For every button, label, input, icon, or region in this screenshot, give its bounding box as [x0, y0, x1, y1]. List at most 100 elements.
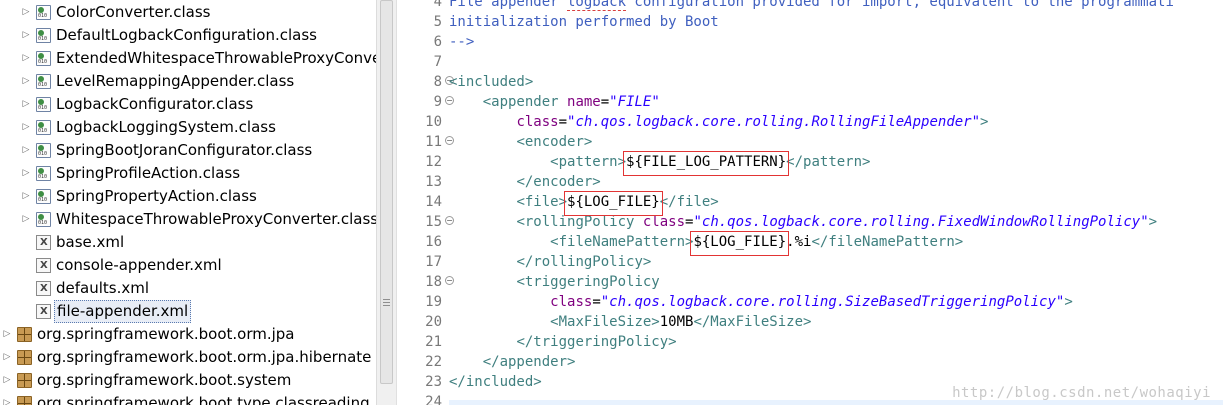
code-token: <triggeringPolicy [516, 274, 660, 290]
tree-item-label: ColorConverter.class [56, 3, 211, 21]
code-line[interactable]: File appender logback configuration prov… [449, 0, 1174, 12]
tree-item-label: base.xml [56, 233, 125, 251]
tree-item-label: SpringBootJoranConfigurator.class [56, 141, 313, 159]
code-token: File appender logback configuration prov… [449, 0, 1174, 10]
line-number: 12 [425, 154, 442, 170]
line-number: 17 [425, 254, 442, 270]
code-token: class [550, 294, 593, 310]
tree-item-file[interactable]: ▷ SpringPropertyAction.class [0, 185, 376, 208]
expand-arrow-icon[interactable]: ▷ [21, 70, 31, 93]
tree-item-file[interactable]: ▷ DefaultLogbackConfiguration.class [0, 24, 376, 47]
code-token: <encoder> [516, 134, 593, 150]
expand-arrow-icon[interactable]: ▷ [2, 323, 12, 346]
tree-scrollbar-thumb[interactable] [380, 0, 393, 384]
code-area[interactable]: File appender logback configuration prov… [449, 0, 1223, 405]
line-number: 15 [425, 214, 442, 230]
xml-editor[interactable]: 4 5 6 7 8−9−10 11−12 13 14 15−16 17 18−19 20 21 22 23 2… [396, 0, 1223, 405]
xml-file-icon [36, 235, 51, 250]
code-line[interactable]: </appender> [449, 352, 576, 372]
code-line[interactable]: </encoder> [449, 172, 600, 192]
code-line[interactable]: <encoder> [449, 132, 592, 152]
code-token: class [516, 114, 559, 130]
tree-item-label: WhitespaceThrowableProxyConverter.class [56, 210, 376, 228]
tree-item-file[interactable]: base.xml [0, 231, 376, 254]
expand-arrow-icon[interactable]: ▷ [21, 185, 31, 208]
code-line[interactable]: class="ch.qos.logback.core.rolling.SizeB… [449, 292, 1073, 312]
tree-item-file[interactable]: console-appender.xml [0, 254, 376, 277]
tree-item-package[interactable]: ▷ org.springframework.boot.system [0, 369, 376, 392]
xml-file-icon [36, 304, 51, 319]
line-number: 10 [425, 114, 442, 130]
tree-item-file[interactable]: ▷ ColorConverter.class [0, 1, 376, 24]
expand-arrow-icon[interactable]: ▷ [21, 139, 31, 162]
spelling-squiggle [567, 9, 626, 11]
class-file-icon [36, 28, 51, 43]
code-line[interactable]: <appender name="FILE" [449, 92, 660, 112]
code-line[interactable]: initialization performed by Boot [449, 12, 719, 32]
tree-item-package[interactable]: ▷ org.springframework.boot.orm.jpa.hibern… [0, 346, 376, 369]
tree-item-file[interactable]: ▷ ExtendedWhitespaceThrowableProxyConve [0, 47, 376, 70]
class-file-icon [36, 143, 51, 158]
code-line[interactable]: --> [449, 32, 474, 52]
watermark-text: http://blog.csdn.net/wohaqiyi [952, 385, 1211, 401]
code-line[interactable]: <included> [449, 72, 533, 92]
highlight-box [564, 191, 663, 216]
code-token: <pattern> [550, 154, 627, 170]
tree-item-file[interactable]: file-appender.xml [0, 300, 376, 323]
expand-arrow-icon[interactable]: ▷ [21, 162, 31, 185]
line-number: 21 [425, 334, 442, 350]
expand-arrow-icon[interactable]: ▷ [21, 1, 31, 24]
expand-arrow-icon[interactable]: ▷ [21, 24, 31, 47]
class-file-icon [36, 189, 51, 204]
expand-arrow-icon[interactable]: ▷ [2, 392, 12, 405]
code-token: > [1064, 294, 1073, 310]
tree-item-label: LogbackConfigurator.class [56, 95, 254, 113]
expand-arrow-icon[interactable]: ▷ [21, 47, 31, 70]
code-line[interactable]: <MaxFileSize>10MB</MaxFileSize> [449, 312, 811, 332]
code-token: <file> [516, 194, 568, 210]
tree-item-label: LevelRemappingAppender.class [56, 72, 295, 90]
code-token: 10MB [659, 314, 694, 330]
tree-item-file[interactable]: ▷ LogbackLoggingSystem.class [0, 116, 376, 139]
tree-item-file[interactable]: defaults.xml [0, 277, 376, 300]
class-file-icon [36, 74, 51, 89]
code-token: </triggeringPolicy> [516, 334, 677, 350]
tree-item-package[interactable]: ▷ org.springframework.boot.orm.jpa [0, 323, 376, 346]
tree-item-package[interactable]: ▷ org.springframework.boot.type.classread… [0, 392, 376, 405]
tree-item-file[interactable]: ▷ SpringProfileAction.class [0, 162, 376, 185]
tree-item-file[interactable]: ▷ WhitespaceThrowableProxyConverter.class [0, 208, 376, 231]
expand-arrow-icon[interactable]: ▷ [21, 116, 31, 139]
code-token: <included> [449, 74, 534, 90]
package-icon [17, 373, 32, 388]
line-number-gutter: 4 5 6 7 8−9−10 11−12 13 14 15−16 17 18−19 20 21 22 23 2… [410, 0, 454, 405]
tree-scrollbar[interactable] [376, 0, 396, 405]
package-icon [17, 327, 32, 342]
line-number: 13 [425, 174, 442, 190]
code-line[interactable]: </included> [449, 372, 542, 392]
expand-arrow-icon[interactable]: ▷ [2, 369, 12, 392]
expand-arrow-icon[interactable]: ▷ [21, 93, 31, 116]
editor-overview-ruler [397, 0, 410, 405]
line-number: 11 [425, 134, 442, 150]
tree-item-file[interactable]: ▷ LevelRemappingAppender.class [0, 70, 376, 93]
code-line[interactable]: class="ch.qos.logback.core.rolling.Rolli… [449, 112, 988, 132]
code-line[interactable]: <triggeringPolicy [449, 272, 660, 292]
code-line[interactable]: <rollingPolicy class="ch.qos.logback.cor… [449, 212, 1157, 232]
tree-item-file[interactable]: ▷ LogbackConfigurator.class [0, 93, 376, 116]
tree-item-file[interactable]: ▷ SpringBootJoranConfigurator.class [0, 139, 376, 162]
code-line[interactable]: </triggeringPolicy> [449, 332, 677, 352]
code-token: "ch.qos.logback.core.rolling.SizeBasedTr… [600, 294, 1065, 310]
tree-item-label: LogbackLoggingSystem.class [56, 118, 276, 136]
code-line[interactable]: </rollingPolicy> [449, 252, 651, 272]
expand-arrow-icon[interactable]: ▷ [21, 208, 31, 231]
package-icon [17, 396, 32, 405]
expand-arrow-icon[interactable]: ▷ [2, 346, 12, 369]
class-file-icon [36, 212, 51, 227]
line-number: 23 [425, 374, 442, 390]
